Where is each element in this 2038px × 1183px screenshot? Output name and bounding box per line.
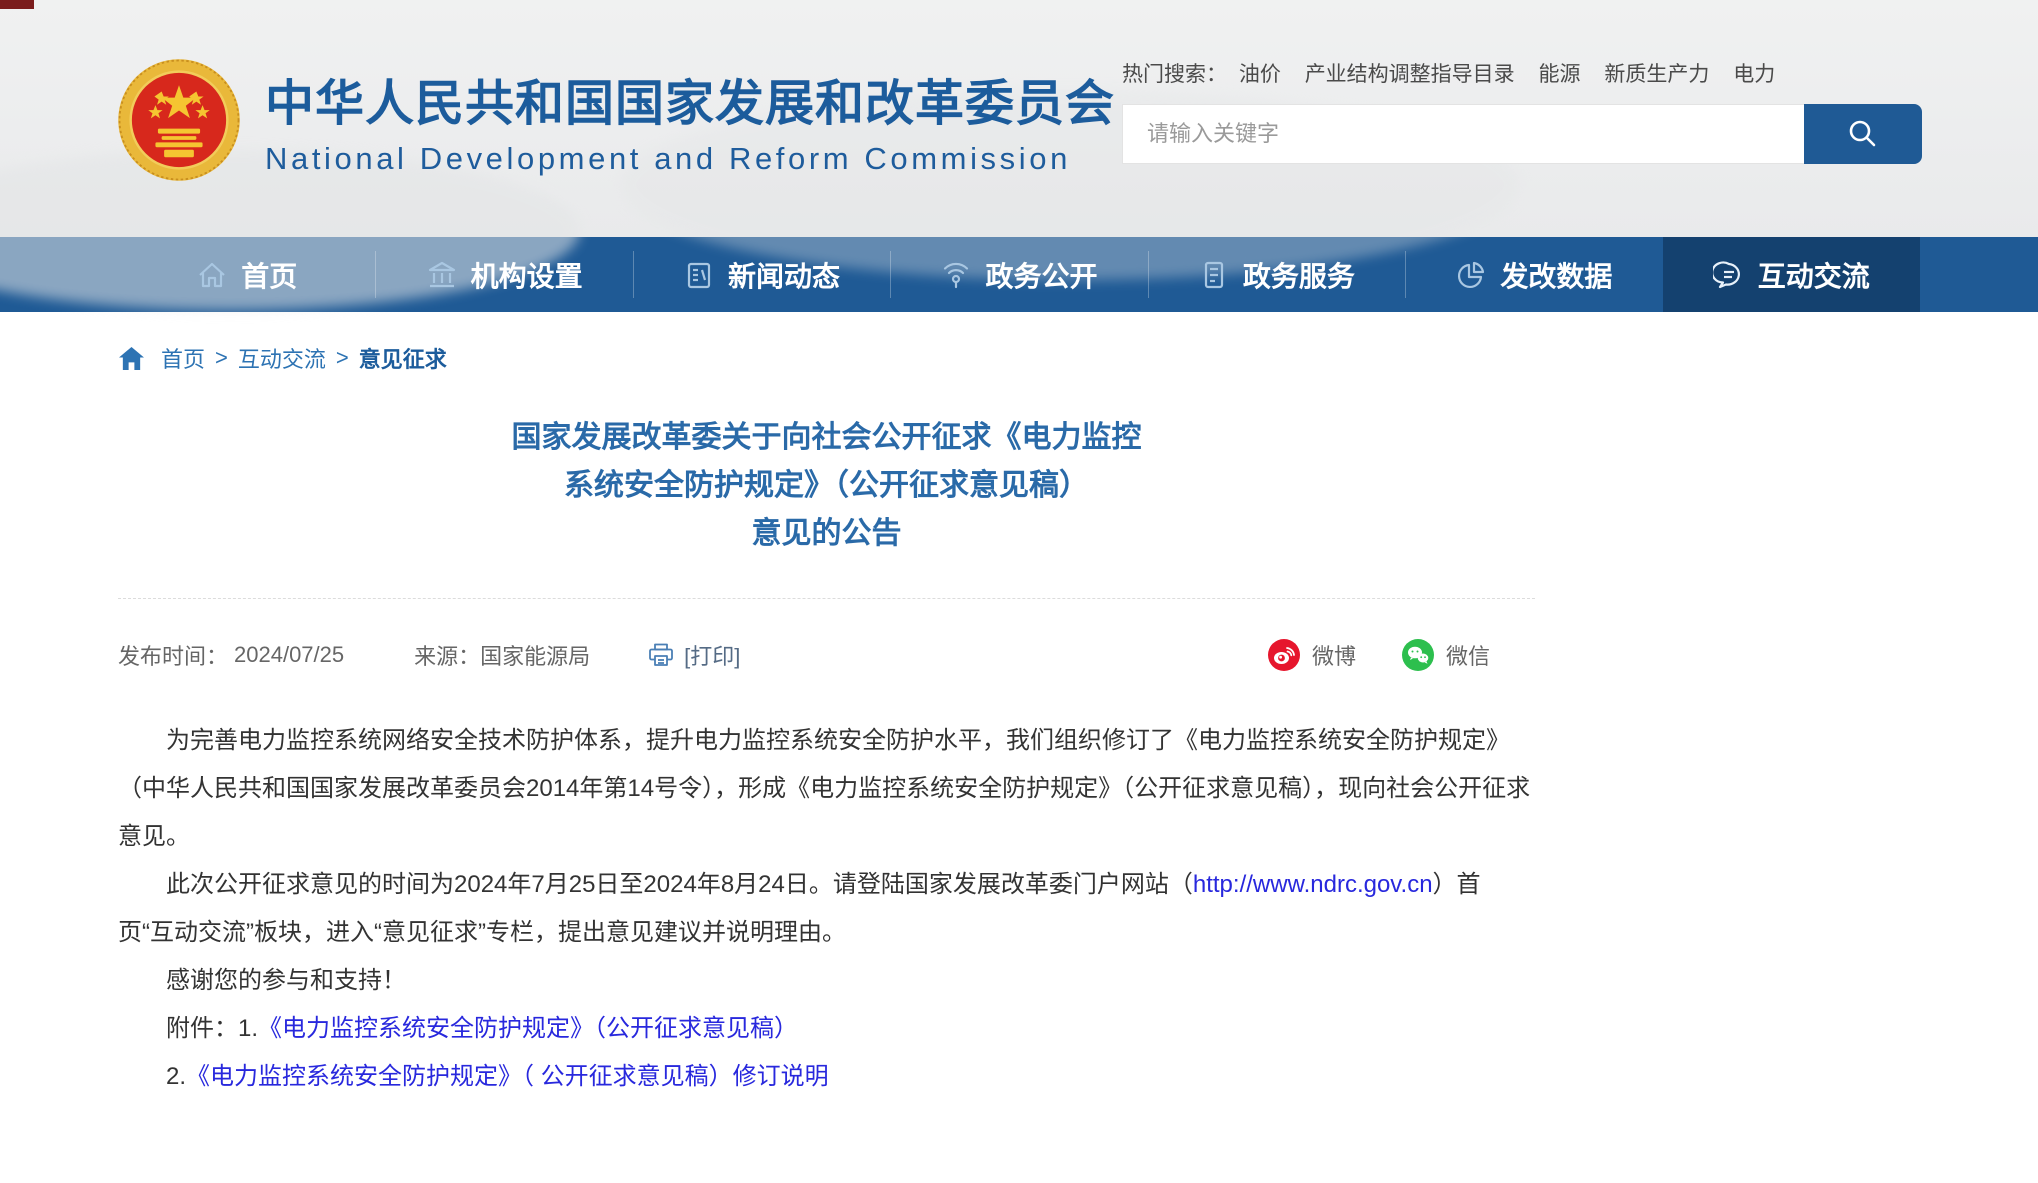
news-icon bbox=[683, 259, 715, 291]
nav-item-label: 政务公开 bbox=[985, 255, 1097, 295]
search-input[interactable] bbox=[1122, 104, 1804, 164]
attachment-line: 附件：1.《电力监控系统安全防护规定》（公开征求意见稿） bbox=[118, 1005, 1535, 1053]
share-wechat-button[interactable]: 微信 bbox=[1402, 639, 1490, 671]
article-content: 首页 > 互动交流 > 意见征求 国家发展改革委关于向社会公开征求《电力监控 系… bbox=[118, 342, 1535, 1101]
paragraph: 此次公开征求意见的时间为2024年7月25日至2024年8月24日。请登陆国家发… bbox=[118, 861, 1535, 957]
chat-icon bbox=[1713, 259, 1745, 291]
share-buttons: 微博 微信 bbox=[1268, 639, 1490, 671]
print-button[interactable]: [打印] bbox=[648, 639, 740, 671]
attachments-label: 附件： bbox=[166, 1015, 238, 1042]
article-title-line: 意见的公告 bbox=[118, 510, 1535, 558]
breadcrumb-section-link[interactable]: 互动交流 bbox=[238, 342, 326, 374]
hot-search-label: 热门搜索： bbox=[1122, 63, 1227, 86]
home-icon bbox=[196, 259, 228, 291]
paragraph: 为完善电力监控系统网络安全技术防护体系，提升电力监控系统安全防护水平，我们组织修… bbox=[118, 717, 1535, 861]
print-icon bbox=[648, 643, 674, 667]
article-title-line: 系统安全防护规定》（公开征求意见稿） bbox=[118, 462, 1535, 510]
breadcrumb-home-icon[interactable] bbox=[118, 346, 145, 371]
attachment-link-1[interactable]: 《电力监控系统安全防护规定》（公开征求意见稿） bbox=[258, 1015, 798, 1042]
paragraph-text: 此次公开征求意见的时间为2024年7月25日至2024年8月24日。请登陆国家发… bbox=[166, 871, 1193, 898]
article-title: 国家发展改革委关于向社会公开征求《电力监控 系统安全防护规定》（公开征求意见稿）… bbox=[118, 414, 1535, 558]
breadcrumb: 首页 > 互动交流 > 意见征求 bbox=[118, 342, 1535, 374]
institution-icon bbox=[426, 259, 458, 291]
share-weibo-button[interactable]: 微博 bbox=[1268, 639, 1356, 671]
breadcrumb-separator: > bbox=[215, 345, 228, 371]
print-label: [打印] bbox=[684, 639, 740, 671]
corner-artifact bbox=[0, 0, 34, 9]
nav-item-data[interactable]: 发改数据 bbox=[1405, 237, 1662, 312]
nav-item-disclosure[interactable]: 政务公开 bbox=[890, 237, 1147, 312]
breadcrumb-current: 意见征求 bbox=[359, 342, 447, 374]
ndrc-website-link[interactable]: http://www.ndrc.gov.cn bbox=[1193, 871, 1433, 898]
hot-search-term[interactable]: 油价 bbox=[1239, 63, 1281, 86]
attachment-number: 1. bbox=[238, 1015, 258, 1042]
nav-item-news[interactable]: 新闻动态 bbox=[633, 237, 890, 312]
hot-search-term[interactable]: 电力 bbox=[1733, 63, 1775, 86]
page: 中华人民共和国国家发展和改革委员会 National Development a… bbox=[0, 0, 2038, 1183]
search-area: 热门搜索： 油价 产业结构调整指导目录 能源 新质生产力 电力 bbox=[1122, 58, 1922, 164]
breadcrumb-home-link[interactable]: 首页 bbox=[161, 342, 205, 374]
nav-item-label: 机构设置 bbox=[471, 255, 583, 295]
attachment-line: 2.《电力监控系统安全防护规定》（ 公开征求意见稿）修订说明 bbox=[118, 1053, 1535, 1101]
attachment-number: 2. bbox=[166, 1063, 186, 1090]
attachment-link-2[interactable]: 《电力监控系统安全防护规定》（ 公开征求意见稿）修订说明 bbox=[186, 1063, 829, 1090]
search-icon bbox=[1846, 117, 1880, 151]
search-box bbox=[1122, 104, 1922, 164]
search-button[interactable] bbox=[1804, 104, 1922, 164]
article-title-line: 国家发展改革委关于向社会公开征求《电力监控 bbox=[118, 414, 1535, 462]
article-meta-row: 发布时间： 2024/07/25 来源： 国家能源局 [打印] bbox=[118, 639, 1535, 671]
nav-item-interaction[interactable]: 互动交流 bbox=[1663, 237, 1920, 312]
nav-item-label: 政务服务 bbox=[1243, 255, 1355, 295]
nav-item-label: 首页 bbox=[241, 255, 297, 295]
hot-search-row: 热门搜索： 油价 产业结构调整指导目录 能源 新质生产力 电力 bbox=[1122, 58, 1922, 88]
nav-item-services[interactable]: 政务服务 bbox=[1148, 237, 1405, 312]
pie-chart-icon bbox=[1455, 259, 1487, 291]
publish-time-value: 2024/07/25 bbox=[234, 642, 344, 668]
wechat-icon bbox=[1402, 639, 1434, 671]
paragraph: 感谢您的参与和支持！ bbox=[118, 957, 1535, 1005]
emblem-icon bbox=[117, 58, 241, 182]
source-label: 来源： bbox=[414, 639, 480, 671]
nav-item-institution[interactable]: 机构设置 bbox=[375, 237, 632, 312]
site-title-cn: 中华人民共和国国家发展和改革委员会 bbox=[265, 64, 1115, 135]
site-title-en: National Development and Reform Commissi… bbox=[265, 141, 1115, 177]
source-value: 国家能源局 bbox=[480, 639, 590, 671]
publish-time-label: 发布时间： bbox=[118, 639, 228, 671]
nav-item-home[interactable]: 首页 bbox=[118, 237, 375, 312]
share-weibo-label: 微博 bbox=[1312, 639, 1356, 671]
site-header: 中华人民共和国国家发展和改革委员会 National Development a… bbox=[0, 0, 2038, 237]
main-nav: 首页 机构设置 新闻动态 政务公开 bbox=[0, 237, 2038, 312]
site-logo[interactable]: 中华人民共和国国家发展和改革委员会 National Development a… bbox=[117, 58, 1115, 182]
broadcast-icon bbox=[940, 259, 972, 291]
weibo-icon bbox=[1268, 639, 1300, 671]
title-divider bbox=[118, 598, 1535, 599]
hot-search-term[interactable]: 新质生产力 bbox=[1604, 63, 1709, 86]
breadcrumb-separator: > bbox=[336, 345, 349, 371]
nav-item-label: 互动交流 bbox=[1758, 255, 1870, 295]
article-body: 为完善电力监控系统网络安全技术防护体系，提升电力监控系统安全防护水平，我们组织修… bbox=[118, 717, 1535, 1101]
share-wechat-label: 微信 bbox=[1446, 639, 1490, 671]
publish-time: 发布时间： 2024/07/25 bbox=[118, 639, 344, 671]
nav-item-label: 发改数据 bbox=[1500, 255, 1612, 295]
service-doc-icon bbox=[1198, 259, 1230, 291]
hot-search-term[interactable]: 产业结构调整指导目录 bbox=[1305, 63, 1515, 86]
nav-item-label: 新闻动态 bbox=[728, 255, 840, 295]
source: 来源： 国家能源局 bbox=[414, 639, 590, 671]
hot-search-term[interactable]: 能源 bbox=[1539, 63, 1581, 86]
